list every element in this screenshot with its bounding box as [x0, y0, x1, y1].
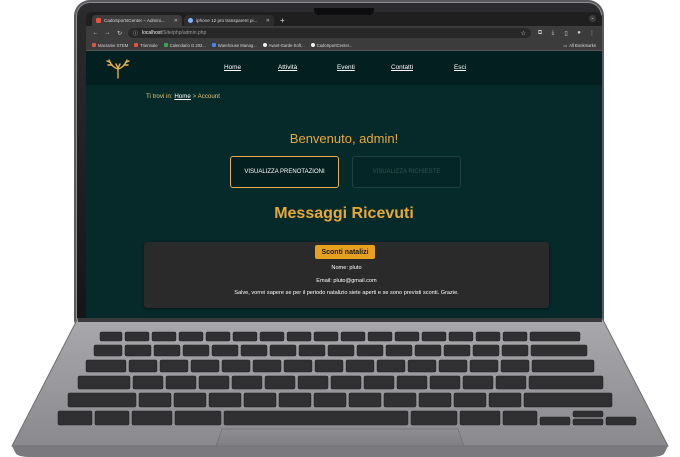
laptop-base	[0, 318, 680, 457]
site-header: Home Attività Eventi Contatti Esci	[86, 51, 602, 85]
web-page: Home Attività Eventi Contatti Esci Ti tr…	[86, 51, 602, 321]
browser-tab-active[interactable]: CadoSportsCenter – Admini... ✕	[92, 15, 182, 26]
sidepanel-icon[interactable]: ▯	[562, 30, 570, 37]
message-sender-email: Email: pluto@gmail.com	[316, 278, 377, 284]
tab-title: iphone 12 pro transparent pi...	[196, 18, 258, 23]
close-tab-icon[interactable]: ✕	[174, 18, 178, 24]
site-favicon-icon	[96, 18, 101, 23]
bookmark-label: Macrame STEM	[98, 42, 129, 48]
new-tab-button[interactable]: +	[276, 15, 289, 26]
view-bookings-button[interactable]: VISUALIZZA PRENOTAZIONI	[230, 156, 339, 188]
key-row-4	[77, 375, 604, 390]
browser-toolbar: ← → ↻ ⓘ localhost/Site/php/admin.php ☆ ⧉…	[86, 26, 602, 40]
nav-eventi[interactable]: Eventi	[337, 64, 355, 71]
back-icon[interactable]: ←	[92, 30, 99, 36]
nav-attivita[interactable]: Attività	[278, 64, 297, 71]
breadcrumb-prefix: Ti trovi in:	[146, 93, 173, 100]
bookmark-favicon-icon	[211, 43, 216, 47]
bookmark-favicon-icon	[163, 43, 168, 47]
tab-search-icon[interactable]: ⌄	[589, 15, 596, 22]
all-bookmarks-button[interactable]: ▭ All Bookmarks	[563, 43, 596, 48]
key-row-2	[93, 344, 588, 357]
folder-icon: ▭	[563, 42, 568, 48]
message-sender-name: Nome: pluto	[331, 265, 362, 271]
url-path: /Site/php/admin.php	[161, 30, 207, 36]
bookmark-label: CadoSportCenter...	[316, 42, 353, 48]
bookmark-favicon-icon	[92, 43, 96, 47]
url-host: localhost	[142, 30, 162, 36]
bookmark-item[interactable]: Warehouse Manag...	[211, 42, 257, 48]
bookmark-item[interactable]: Triennale	[134, 42, 158, 48]
bookmark-label: Calendario G 202...	[169, 42, 206, 48]
address-bar[interactable]: ⓘ localhost/Site/php/admin.php ☆	[128, 28, 531, 38]
reload-icon[interactable]: ↻	[116, 30, 123, 37]
breadcrumb: Ti trovi in: Home > Account	[146, 93, 220, 100]
bookmark-star-icon[interactable]: ☆	[521, 30, 526, 37]
view-requests-button[interactable]: VISUALIZZA RICHIESTE	[352, 156, 461, 188]
browser-tab[interactable]: iphone 12 pro transparent pi... ✕	[184, 15, 274, 26]
breadcrumb-separator: >	[192, 93, 197, 100]
github-icon	[310, 43, 315, 47]
keyboard-deck	[11, 318, 669, 457]
bookmark-label: Warehouse Manag...	[217, 42, 257, 48]
close-tab-icon[interactable]: ✕	[266, 18, 270, 24]
menu-icon[interactable]: ⋮	[588, 30, 596, 37]
key-row-3	[85, 359, 595, 373]
bookmark-item[interactable]: Calendario G 202...	[163, 42, 206, 48]
forward-icon[interactable]: →	[104, 30, 111, 36]
download-icon[interactable]: ⤓	[549, 30, 557, 37]
site-info-icon[interactable]: ⓘ	[133, 30, 138, 37]
bookmark-favicon-icon	[134, 43, 139, 47]
breadcrumb-current: Account	[197, 93, 220, 100]
message-subject-badge: Sconti natalizi	[315, 245, 375, 259]
nav-home[interactable]: Home	[224, 64, 241, 71]
camera-notch	[314, 8, 374, 15]
bookmarks-bar: Macrame STEM Triennale Calendario G 202.…	[86, 40, 602, 51]
laptop-screen: CadoSportsCenter – Admini... ✕ iphone 12…	[86, 12, 602, 321]
all-bookmarks-label: All Bookmarks	[569, 42, 596, 48]
messages-title: Messaggi Ricevuti	[274, 205, 414, 222]
bookmark-item[interactable]: CadoSportCenter...	[310, 42, 353, 48]
globe-favicon-icon	[188, 18, 193, 23]
nav-esci[interactable]: Esci	[454, 64, 466, 71]
bookmark-item[interactable]: Avant-Garde-Soft...	[262, 42, 305, 48]
extensions-icon[interactable]: ⧉	[536, 30, 544, 37]
welcome-heading: Benvenuto, admin!	[289, 131, 399, 146]
bookmark-label: Avant-Garde-Soft...	[268, 42, 305, 48]
github-icon	[262, 43, 267, 47]
main-nav: Home Attività Eventi Contatti Esci	[86, 51, 602, 85]
profile-icon[interactable]: ●	[575, 30, 583, 36]
message-body: Salve, vorrei sapere se per il periodo n…	[234, 290, 459, 296]
tab-title: CadoSportsCenter – Admini...	[104, 18, 165, 23]
bookmark-label: Triennale	[140, 42, 158, 48]
breadcrumb-home-link[interactable]: Home	[174, 93, 191, 100]
key-row-5	[67, 392, 613, 408]
trackpad[interactable]	[215, 428, 465, 447]
nav-contatti[interactable]: Contatti	[391, 64, 413, 71]
message-card: Sconti natalizi Nome: pluto Email: pluto…	[144, 242, 549, 308]
bookmark-item[interactable]: Macrame STEM	[92, 43, 128, 48]
